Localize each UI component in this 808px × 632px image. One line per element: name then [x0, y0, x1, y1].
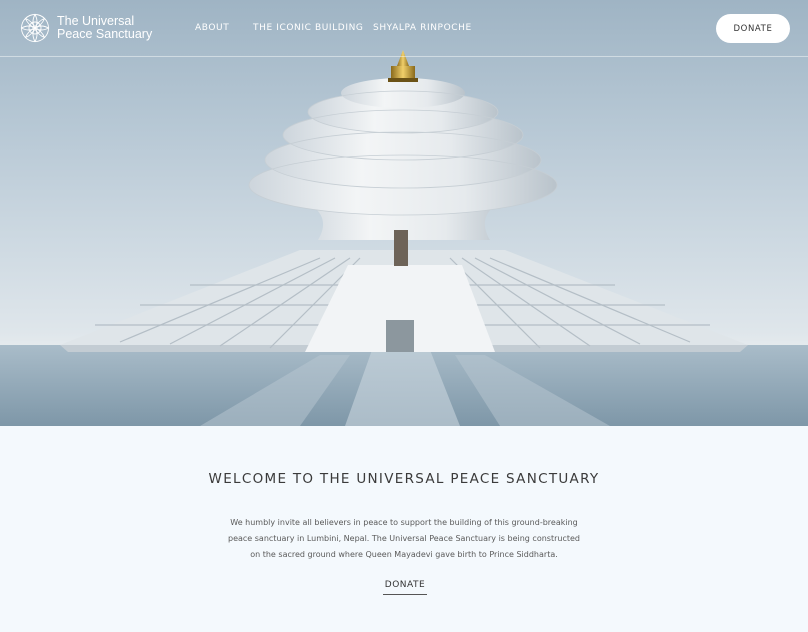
hero-image: The Universal Peace Sanctuary ABOUT THE … — [0, 0, 808, 426]
welcome-section: WELCOME TO THE UNIVERSAL PEACE SANCTUARY… — [0, 426, 808, 632]
welcome-donate-link[interactable]: DONATE — [383, 580, 427, 595]
site-header: The Universal Peace Sanctuary ABOUT THE … — [0, 0, 808, 57]
nav-item-iconic-building[interactable]: THE ICONIC BUILDING — [253, 23, 364, 33]
lotus-mandala-icon — [20, 13, 50, 43]
temple-illustration — [0, 50, 808, 426]
brand-logo[interactable]: The Universal Peace Sanctuary — [20, 13, 152, 43]
nav-item-about[interactable]: ABOUT — [195, 23, 229, 33]
welcome-description: We humbly invite all believers in peace … — [228, 518, 580, 559]
brand-name: The Universal Peace Sanctuary — [57, 15, 152, 41]
brand-line-2: Peace Sanctuary — [57, 27, 153, 41]
header-donate-button[interactable]: DONATE — [716, 14, 790, 43]
nav-item-shyalpa-rinpoche[interactable]: SHYALPA RINPOCHE — [373, 23, 472, 33]
welcome-title: WELCOME TO THE UNIVERSAL PEACE SANCTUARY — [208, 471, 600, 487]
